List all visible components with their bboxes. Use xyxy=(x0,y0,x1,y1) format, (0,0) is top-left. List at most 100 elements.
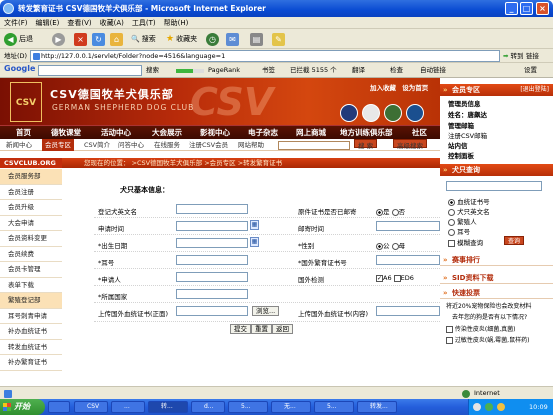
sid-download-section[interactable]: » SID资料下载 xyxy=(440,272,553,284)
ranking-section[interactable]: » 赛事排行 xyxy=(440,254,553,266)
nav-video[interactable]: 影视中心 xyxy=(200,126,230,140)
autolink-button[interactable]: 自动链接 xyxy=(420,63,446,78)
left-section-member-service[interactable]: 会员服务部 xyxy=(0,169,62,185)
task-button[interactable]: 5... xyxy=(314,401,354,413)
task-button[interactable]: 无... xyxy=(271,401,311,413)
query-opt-pedigree[interactable]: 血统证书号 xyxy=(448,196,490,206)
subnav-online[interactable]: 在线服务 xyxy=(154,139,180,151)
ear-number-input[interactable] xyxy=(176,255,248,265)
task-button[interactable]: 转发... xyxy=(357,401,397,413)
left-item-register[interactable]: 会员注册 xyxy=(0,185,62,200)
task-button[interactable]: 5... xyxy=(228,401,268,413)
back-button[interactable]: ◀ 后退 xyxy=(4,31,33,47)
subnav-member[interactable]: 会员专区 xyxy=(42,139,74,151)
google-search-button[interactable]: 搜索 xyxy=(146,63,159,78)
reset-button[interactable]: 重置 xyxy=(251,324,272,334)
site-search-button[interactable]: 搜 索 xyxy=(354,139,378,150)
nav-community[interactable]: 社区 xyxy=(412,126,427,140)
tray-icon[interactable] xyxy=(497,403,505,411)
sex-male-radio[interactable] xyxy=(376,242,383,250)
query-opt-ear-number[interactable]: 耳号 xyxy=(448,226,470,236)
admin-info-link[interactable]: 管理员信息 xyxy=(448,98,481,108)
vote-option-2[interactable]: 过敏性皮炎(蜗,霉菌,鼠样药) xyxy=(446,335,529,344)
start-button[interactable]: 开始 xyxy=(0,399,45,415)
refresh-button[interactable]: ↻ xyxy=(92,31,105,47)
applicant-input[interactable] xyxy=(176,272,248,282)
menu-view[interactable]: 查看(V) xyxy=(63,17,95,29)
a6-checkbox[interactable]: ✓ xyxy=(376,274,383,282)
birth-date-input[interactable] xyxy=(176,238,248,248)
admin-mail-link[interactable]: 管理邮箱 xyxy=(448,120,474,130)
sponsor-badge-1[interactable] xyxy=(340,104,358,122)
calendar-icon[interactable]: ▦ xyxy=(250,220,259,230)
favorites-button[interactable]: ★ 收藏夹 xyxy=(166,31,197,47)
translate-button[interactable]: 翻译 xyxy=(352,63,365,78)
left-section-breeding[interactable]: 繁殖登记部 xyxy=(0,293,62,309)
mailed-no-radio[interactable] xyxy=(391,208,399,216)
left-item-download[interactable]: 表单下载 xyxy=(0,278,62,293)
links-button[interactable]: 链接 xyxy=(526,49,539,63)
tray-icon[interactable] xyxy=(485,403,493,411)
left-item-meeting[interactable]: 大会申请 xyxy=(0,216,62,231)
subnav-register[interactable]: 注册CSV会员 xyxy=(189,139,228,151)
inbox-link[interactable]: 站内信 xyxy=(448,140,468,150)
google-search-input[interactable] xyxy=(38,65,142,76)
country-input[interactable] xyxy=(176,289,248,299)
left-item-reissue-pedigree[interactable]: 补办血统证书 xyxy=(0,324,62,340)
sponsor-badge-3[interactable] xyxy=(384,104,402,122)
ed6-checkbox[interactable] xyxy=(393,274,401,282)
nav-local-clubs[interactable]: 地方训练俱乐部 xyxy=(340,126,393,140)
task-button[interactable]: d... xyxy=(191,401,225,413)
query-opt-english-name[interactable]: 犬只英文名 xyxy=(448,206,490,216)
subnav-intro[interactable]: CSV简介 xyxy=(84,139,110,151)
nav-shop[interactable]: 网上商城 xyxy=(296,126,326,140)
history-button[interactable]: ◷ xyxy=(206,31,219,47)
foreign-breeding-no-input[interactable] xyxy=(376,255,440,265)
sex-female-radio[interactable] xyxy=(391,242,399,250)
menu-file[interactable]: 文件(F) xyxy=(0,17,32,29)
nav-events[interactable]: 活动中心 xyxy=(101,126,131,140)
go-button[interactable]: ➡ 转到 xyxy=(503,49,524,63)
advanced-search-button[interactable]: 高级搜索 xyxy=(393,139,427,150)
spellcheck-button[interactable]: 检查 xyxy=(390,63,403,78)
subnav-qa[interactable]: 问答中心 xyxy=(118,139,144,151)
popup-blocked-button[interactable]: 已拦截 5155 个 xyxy=(290,63,337,78)
control-panel-link[interactable]: 控制面板 xyxy=(448,150,474,160)
menu-tools[interactable]: 工具(T) xyxy=(128,17,160,29)
nav-magazine[interactable]: 电子杂志 xyxy=(248,126,278,140)
subnav-news[interactable]: 新闻中心 xyxy=(6,139,32,151)
dog-query-input[interactable] xyxy=(446,181,542,191)
menu-help[interactable]: 帮助(H) xyxy=(160,17,193,29)
dog-name-input[interactable] xyxy=(176,204,248,214)
task-button-active[interactable]: 转... xyxy=(148,401,188,413)
calendar-icon[interactable]: ▦ xyxy=(250,237,259,247)
site-search-input[interactable] xyxy=(278,141,350,150)
tray-icon[interactable] xyxy=(473,403,481,411)
query-opt-breeder[interactable]: 繁殖人 xyxy=(448,216,477,226)
menu-favorites[interactable]: 收藏(A) xyxy=(96,17,128,29)
search-button[interactable]: 🔍 搜索 xyxy=(131,31,156,47)
left-item-tattoo[interactable]: 耳号刺青申请 xyxy=(0,309,62,324)
nav-class[interactable]: 德牧课堂 xyxy=(51,126,81,140)
register-mail-link[interactable]: 注册CSV邮箱 xyxy=(448,130,487,140)
stop-button[interactable]: × xyxy=(74,31,87,47)
left-item-transfer-pedigree[interactable]: 转发血统证书 xyxy=(0,340,62,355)
upload-front-path-input[interactable] xyxy=(176,306,248,316)
mail-button[interactable]: ✉ xyxy=(226,31,239,47)
edit-button[interactable]: ✎ xyxy=(272,31,285,47)
set-homepage-link[interactable]: 设为首页 xyxy=(398,84,428,92)
settings-button[interactable]: 设置 xyxy=(524,63,537,78)
nav-shows[interactable]: 大会展示 xyxy=(152,126,182,140)
sponsor-badge-2[interactable] xyxy=(362,104,380,122)
left-item-renewal[interactable]: 会员续费 xyxy=(0,247,62,262)
print-button[interactable]: ▤ xyxy=(250,31,263,47)
club-logo[interactable]: CSV xyxy=(10,82,42,122)
nav-home[interactable]: 首页 xyxy=(16,126,31,140)
logout-link[interactable]: [退出登陆] xyxy=(520,84,549,96)
apply-date-input[interactable] xyxy=(176,221,248,231)
return-button[interactable]: 返回 xyxy=(272,324,293,334)
add-favorite-link[interactable]: 加入收藏 xyxy=(370,84,396,92)
task-button[interactable]: CSV xyxy=(74,401,108,413)
pagerank-label[interactable]: PageRank xyxy=(208,63,240,78)
maximize-button[interactable]: □ xyxy=(520,2,533,15)
